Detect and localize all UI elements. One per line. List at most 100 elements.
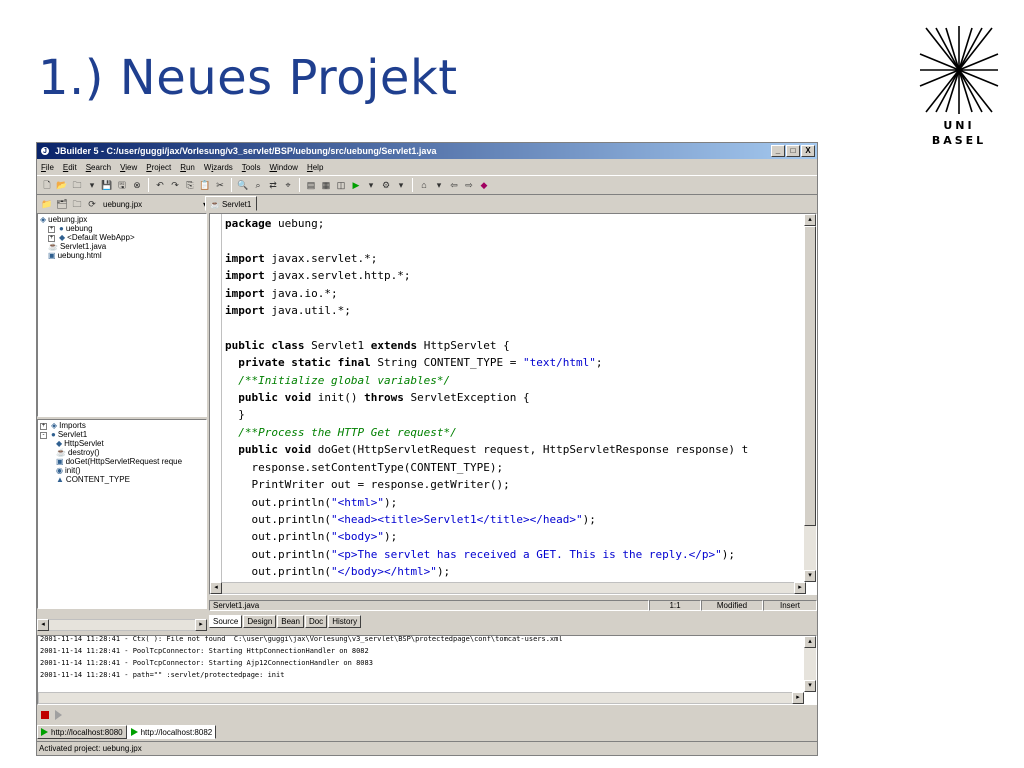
menu-run[interactable]: Run [180, 163, 195, 172]
project-selector[interactable]: uebung.jpx ▾ [101, 198, 207, 211]
run-icon [41, 728, 48, 736]
modified-indicator: Modified [701, 599, 763, 611]
cut-icon[interactable]: ✂ [214, 179, 226, 191]
menu-wizards[interactable]: Wizards [204, 163, 233, 172]
run-dropdown-icon[interactable]: ▾ [365, 179, 377, 191]
tree-node-label: uebung.html [57, 251, 102, 260]
editor-vscroll-thumb[interactable] [804, 226, 816, 526]
tab-server-8080[interactable]: http://localhost:8080 [37, 725, 127, 739]
message-hscrollbar[interactable]: ▸ [38, 692, 804, 704]
save-icon[interactable]: 💾 [101, 179, 113, 191]
menu-project[interactable]: Project [146, 163, 171, 172]
menubar: File Edit Search View Project Run Wizard… [37, 160, 817, 174]
structure-hscrollbar[interactable]: ◂ ▸ [37, 619, 207, 631]
tree-expander-icon[interactable]: - [40, 431, 47, 439]
scroll-left-icon[interactable]: ◂ [210, 582, 222, 594]
menu-search[interactable]: Search [86, 163, 111, 172]
open-folder-icon[interactable]: 📂 [56, 179, 68, 191]
project-tree-item[interactable]: ▣ uebung.html [48, 251, 102, 261]
menu-file[interactable]: File [41, 163, 54, 172]
status-bar: Activated project: uebung.jpx [37, 741, 817, 755]
help-topic-icon[interactable]: ◆ [478, 179, 490, 191]
menu-view[interactable]: View [120, 163, 137, 172]
home-dropdown-icon[interactable]: ▾ [433, 179, 445, 191]
undo-icon[interactable]: ↶ [154, 179, 166, 191]
run-icon[interactable]: ▶ [350, 179, 362, 191]
close-file-icon[interactable]: ⊗ [131, 179, 143, 191]
tab-source[interactable]: Source [209, 615, 243, 628]
copy-icon[interactable]: ⎘ [184, 179, 196, 191]
scroll-right-icon[interactable]: ▸ [792, 692, 804, 704]
code-editor[interactable]: package uebung; import javax.servlet.*; … [209, 213, 817, 595]
server-tab-label: http://localhost:8082 [140, 727, 213, 737]
code-line: public class Servlet1 extends HttpServle… [225, 338, 510, 352]
view-tabs: Source Design Bean Doc History [209, 615, 362, 629]
tree-expander-icon[interactable]: + [40, 422, 47, 430]
menu-edit[interactable]: Edit [63, 163, 77, 172]
back-icon[interactable]: ⇦ [448, 179, 460, 191]
scroll-up-icon[interactable]: ▴ [804, 636, 816, 648]
stop-icon[interactable] [41, 711, 49, 719]
scroll-down-icon[interactable]: ▾ [804, 680, 816, 692]
tree-node-label: CONTENT_TYPE [65, 475, 130, 484]
tab-history[interactable]: History [328, 615, 362, 628]
window-titlebar[interactable]: J JBuilder 5 - C:/user/guggi/jax/Vorlesu… [37, 143, 817, 159]
scroll-left-icon[interactable]: ◂ [37, 619, 49, 631]
message-line: 2001-11-14 11:28:41 - Ctx( ): File not f… [40, 635, 563, 643]
debug-icon[interactable]: ◫ [335, 179, 347, 191]
logo-text-uni: UNI [943, 119, 975, 132]
close-project-icon[interactable]: 🗀 [71, 198, 83, 210]
structure-tree-item[interactable]: ▲ CONTENT_TYPE [56, 475, 130, 485]
logo-mark-icon [919, 26, 999, 114]
toolbar-separator [299, 178, 300, 192]
remove-from-project-icon[interactable]: 🗂 [56, 198, 68, 210]
menu-help[interactable]: Help [307, 163, 323, 172]
menu-window[interactable]: Window [269, 163, 297, 172]
tab-servlet1[interactable]: ☕ Servlet1 [205, 196, 258, 211]
tab-doc[interactable]: Doc [304, 615, 328, 628]
tree-node-icon: ▲ [56, 475, 64, 484]
rebuild-icon[interactable]: ▦ [320, 179, 332, 191]
code-line: PrintWriter out = response.getWriter(); [225, 478, 510, 492]
minimize-button[interactable]: _ [771, 145, 785, 157]
paste-icon[interactable]: 📋 [199, 179, 211, 191]
refresh-icon[interactable]: ⟳ [86, 198, 98, 210]
new-file-icon[interactable]: 🗋 [41, 179, 53, 191]
make-project-icon[interactable]: ▤ [305, 179, 317, 191]
save-all-icon[interactable]: 🖫 [116, 179, 128, 191]
editor-hscrollbar[interactable]: ◂ ▸ [210, 582, 806, 594]
reopen-icon[interactable]: ▾ [86, 179, 98, 191]
scroll-down-icon[interactable]: ▾ [804, 570, 816, 582]
tab-bean[interactable]: Bean [277, 615, 304, 628]
find-icon[interactable]: 🔍 [237, 179, 249, 191]
redo-icon[interactable]: ↷ [169, 179, 181, 191]
message-line: 2001-11-14 11:28:41 - PoolTcpConnector: … [40, 659, 373, 667]
project-selector-value: uebung.jpx [103, 199, 143, 209]
tree-expander-icon[interactable]: + [48, 234, 55, 242]
forward-icon[interactable]: ⇨ [463, 179, 475, 191]
home-icon[interactable]: ⌂ [418, 179, 430, 191]
scroll-right-icon[interactable]: ▸ [195, 619, 207, 631]
tree-expander-icon[interactable]: + [48, 225, 55, 233]
debug-run-icon[interactable]: ⚙ [380, 179, 392, 191]
editor-vscrollbar[interactable]: ▴ ▾ [804, 214, 816, 582]
window-title: JBuilder 5 - C:/user/guggi/jax/Vorlesung… [55, 146, 437, 156]
close-button[interactable]: X [801, 145, 815, 157]
add-to-project-icon[interactable]: 📁 [41, 198, 53, 210]
find-next-icon[interactable]: ⌕ [252, 179, 264, 191]
scroll-up-icon[interactable]: ▴ [804, 214, 816, 226]
debug-dropdown-icon[interactable]: ▾ [395, 179, 407, 191]
scroll-right-icon[interactable]: ▸ [794, 582, 806, 594]
tab-server-8082[interactable]: http://localhost:8082 [126, 725, 217, 739]
message-pane[interactable]: 2001-11-14 11:28:41 - Ctx( ): File not f… [37, 635, 817, 705]
search-source-icon[interactable]: ⌖ [282, 179, 294, 191]
tree-node-icon: ▣ [48, 251, 56, 260]
message-vscrollbar[interactable]: ▴ ▾ [804, 636, 816, 692]
code-content[interactable]: package uebung; import javax.servlet.*; … [225, 215, 748, 594]
maximize-button[interactable]: □ [786, 145, 800, 157]
tab-design[interactable]: Design [243, 615, 277, 628]
open-project-icon[interactable]: 🗀 [71, 179, 83, 191]
replace-icon[interactable]: ⇄ [267, 179, 279, 191]
resume-icon[interactable] [55, 710, 62, 720]
menu-tools[interactable]: Tools [242, 163, 261, 172]
